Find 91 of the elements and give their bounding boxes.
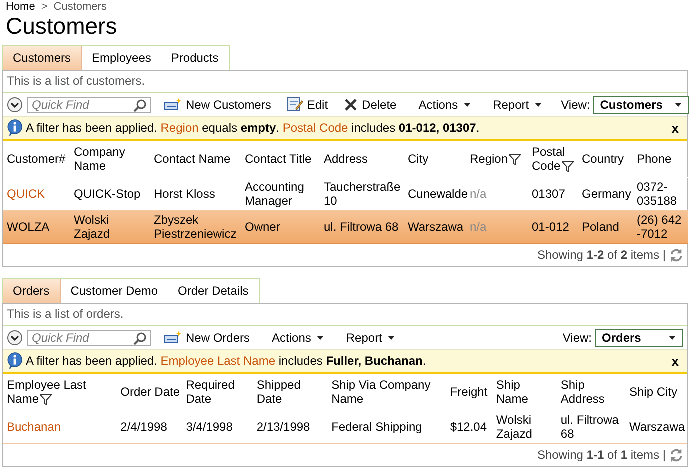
menu-button[interactable]: Report xyxy=(343,330,398,344)
caret-icon xyxy=(388,336,396,340)
table-cell: Wolski Zajazd xyxy=(70,210,150,244)
caret-icon xyxy=(674,102,682,106)
breadcrumb-separator: > xyxy=(41,1,48,13)
description-text: This is a list of customers. xyxy=(3,71,687,93)
column-header[interactable]: Employee Last Name xyxy=(3,374,117,410)
table-cell: 3/4/1998 xyxy=(182,410,253,444)
column-header[interactable]: Ship Address xyxy=(556,374,626,410)
refresh-icon[interactable] xyxy=(669,448,684,462)
delete-button[interactable]: Delete xyxy=(341,98,400,112)
info-icon xyxy=(7,352,23,370)
record-link[interactable]: Buchanan xyxy=(3,410,117,444)
edit-icon xyxy=(287,97,304,112)
pager-info: Showing 1-1 of 1 items | xyxy=(537,448,666,462)
caret-icon xyxy=(669,336,676,340)
table-cell: Federal Shipping xyxy=(328,410,446,444)
collapse-icon[interactable] xyxy=(7,96,23,112)
table-cell: n/a xyxy=(466,210,528,244)
view-dropdown[interactable]: Orders xyxy=(595,328,683,346)
column-header[interactable]: Shipped Date xyxy=(252,374,328,410)
tab[interactable]: Customer Demo xyxy=(60,279,168,303)
table-cell: Wolski Zajazd xyxy=(492,410,557,444)
table-cell: 01-012 xyxy=(528,210,578,244)
column-header[interactable]: Company Name xyxy=(70,141,150,178)
tab[interactable]: Orders xyxy=(3,279,61,303)
breadcrumb-link[interactable]: Customers xyxy=(54,1,107,13)
table-cell: Owner xyxy=(241,210,320,244)
table-cell: Poland xyxy=(578,210,633,244)
column-header[interactable]: Country xyxy=(578,141,633,178)
caret-icon xyxy=(464,102,472,106)
column-header[interactable]: Freight xyxy=(446,374,492,410)
filter-icon xyxy=(562,160,574,173)
filter-icon xyxy=(509,154,522,166)
column-header[interactable]: City xyxy=(404,141,466,178)
menu-button[interactable]: Report xyxy=(490,98,546,112)
column-header[interactable]: Ship Via Company Name xyxy=(328,374,446,410)
filter-message: A filter has been applied. Region equals empty. Postal Code includes 01-012, 01307. xyxy=(26,121,481,135)
breadcrumb-link[interactable]: Home xyxy=(6,1,36,13)
pager-info: Showing 1-2 of 2 items | xyxy=(537,248,666,262)
table-cell: Warszawa xyxy=(625,410,687,444)
new-button[interactable]: New Orders xyxy=(161,330,254,344)
quick-find-field[interactable]: Quick Find xyxy=(27,96,151,112)
quick-find-field[interactable]: Quick Find xyxy=(27,330,151,346)
tab[interactable]: Products xyxy=(161,46,229,70)
caret-icon xyxy=(535,102,542,106)
column-header[interactable]: Order Date xyxy=(116,374,182,410)
table-cell: Zbyszek Piestrzeniewicz xyxy=(150,210,241,244)
new-record-icon xyxy=(164,330,182,344)
table-cell: 2/13/1998 xyxy=(252,410,328,444)
menu-button[interactable]: Actions xyxy=(269,330,328,344)
new-record-icon xyxy=(164,98,182,112)
refresh-icon[interactable] xyxy=(669,248,684,262)
info-icon xyxy=(7,119,23,137)
description-text: This is a list of orders. xyxy=(3,304,687,326)
caret-icon xyxy=(317,336,324,340)
table-cell: (26) 642 -7012 xyxy=(633,210,688,244)
column-header[interactable]: Contact Title xyxy=(241,141,320,178)
column-header[interactable]: Customer# xyxy=(3,141,70,178)
filter-icon xyxy=(40,394,52,406)
column-header[interactable]: Required Date xyxy=(182,374,253,410)
table-cell: Warszawa xyxy=(404,210,466,244)
close-button[interactable]: x xyxy=(668,120,683,136)
table-cell: $12.04 xyxy=(446,410,492,444)
column-header[interactable]: Contact Name xyxy=(150,141,241,178)
column-header[interactable]: Ship Name xyxy=(492,374,557,410)
tab[interactable]: Employees xyxy=(82,46,162,70)
column-header[interactable]: Phone xyxy=(633,141,688,178)
close-button[interactable]: x xyxy=(668,354,683,368)
table-cell: ul. Filtrowa 68 xyxy=(320,210,404,244)
view-label: View: xyxy=(562,330,592,344)
column-header[interactable]: Region xyxy=(466,141,528,178)
menu-button[interactable]: Actions xyxy=(416,98,474,112)
search-icon[interactable] xyxy=(133,332,147,346)
column-header[interactable]: Ship City xyxy=(625,374,687,410)
record-link[interactable]: WOLZA xyxy=(3,210,70,244)
column-header[interactable]: Postal Code xyxy=(528,141,578,178)
collapse-icon[interactable] xyxy=(7,330,23,346)
search-icon[interactable] xyxy=(133,98,147,112)
filter-message: A filter has been applied. Employee Last Name includes Fuller, Buchanan. xyxy=(26,354,428,368)
edit-button[interactable]: Edit xyxy=(284,97,332,112)
tab[interactable]: Order Details xyxy=(168,279,259,303)
table-cell: ul. Filtrowa 68 xyxy=(556,410,626,444)
page-title: Customers xyxy=(6,13,118,39)
view-dropdown[interactable]: Customers xyxy=(593,96,689,114)
column-header[interactable]: Address xyxy=(320,141,404,178)
new-button[interactable]: New Customers xyxy=(161,98,274,112)
delete-icon xyxy=(344,98,358,112)
table-cell: 2/4/1998 xyxy=(116,410,182,444)
tab[interactable]: Customers xyxy=(3,46,82,70)
view-label: View: xyxy=(561,98,590,112)
